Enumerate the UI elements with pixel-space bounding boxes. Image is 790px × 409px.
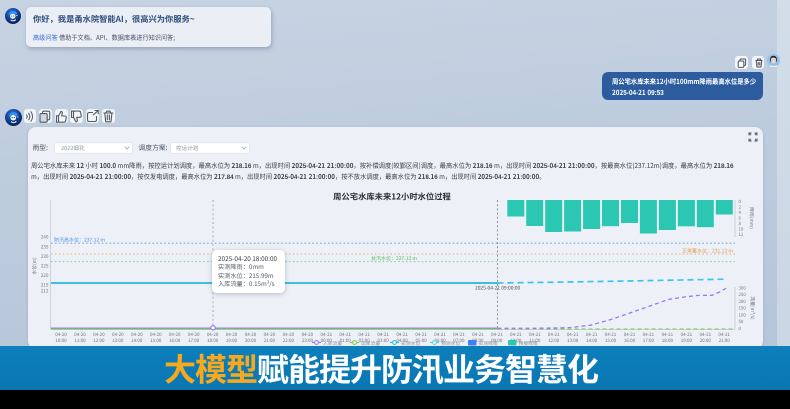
svg-text:230: 230 [41, 254, 49, 260]
svg-text:15:00: 15:00 [605, 338, 617, 344]
svg-text:18:00: 18:00 [207, 338, 219, 344]
svg-text:23:00: 23:00 [302, 338, 314, 344]
svg-text:13:00: 13:00 [112, 338, 124, 344]
svg-text:19:00: 19:00 [226, 338, 238, 344]
svg-text:250: 250 [739, 292, 747, 298]
svg-text:240: 240 [41, 235, 49, 241]
svg-text:17:00: 17:00 [188, 338, 200, 344]
svg-text:流量(m³/s): 流量(m³/s) [749, 296, 756, 320]
svg-text:15:00: 15:00 [150, 338, 162, 344]
svg-text:19:00: 19:00 [681, 338, 693, 344]
svg-text:18:00: 18:00 [662, 338, 674, 344]
svg-text:100: 100 [739, 312, 747, 318]
svg-text:14:00: 14:00 [131, 338, 143, 344]
svg-text:20:00: 20:00 [700, 338, 712, 344]
svg-text:17:00: 17:00 [643, 338, 655, 344]
svg-text:220: 220 [41, 273, 49, 279]
svg-text:21:00: 21:00 [719, 338, 731, 344]
svg-text:12:00: 12:00 [93, 338, 105, 344]
svg-text:50: 50 [739, 319, 744, 325]
svg-text:水位(m): 水位(m) [31, 257, 38, 275]
svg-text:0: 0 [739, 326, 742, 332]
svg-text:225: 225 [41, 264, 49, 270]
svg-text:150: 150 [739, 306, 747, 312]
svg-text:212: 212 [41, 289, 49, 295]
svg-text:13:00: 13:00 [567, 338, 579, 344]
svg-text:16:00: 16:00 [169, 338, 181, 344]
svg-text:22:00: 22:00 [283, 338, 295, 344]
svg-text:防汛高水位：237.12 m: 防汛高水位：237.12 m [54, 236, 105, 243]
svg-text:降雨(mm): 降雨(mm) [748, 207, 755, 229]
svg-text:周公宅水库未来12小时水位过程: 周公宅水库未来12小时水位过程 [333, 190, 451, 202]
svg-text:300: 300 [739, 286, 747, 292]
svg-text:12: 12 [739, 232, 744, 238]
svg-text:16:00: 16:00 [624, 338, 636, 344]
svg-text:11:00: 11:00 [74, 338, 86, 344]
svg-text:正常蓄水位：231.13 m: 正常蓄水位：231.13 m [682, 247, 733, 254]
svg-text:10:00: 10:00 [55, 338, 67, 344]
svg-text:14:00: 14:00 [586, 338, 598, 344]
svg-text:20:00: 20:00 [245, 338, 257, 344]
svg-text:21:00: 21:00 [264, 338, 276, 344]
svg-text:12:00: 12:00 [548, 338, 560, 344]
svg-text:235: 235 [41, 244, 49, 250]
svg-text:台汛水位：227.13 m: 台汛水位：227.13 m [371, 255, 417, 262]
svg-text:200: 200 [739, 299, 747, 305]
svg-text:2025-04-21 09:00:00: 2025-04-21 09:00:00 [475, 285, 520, 292]
